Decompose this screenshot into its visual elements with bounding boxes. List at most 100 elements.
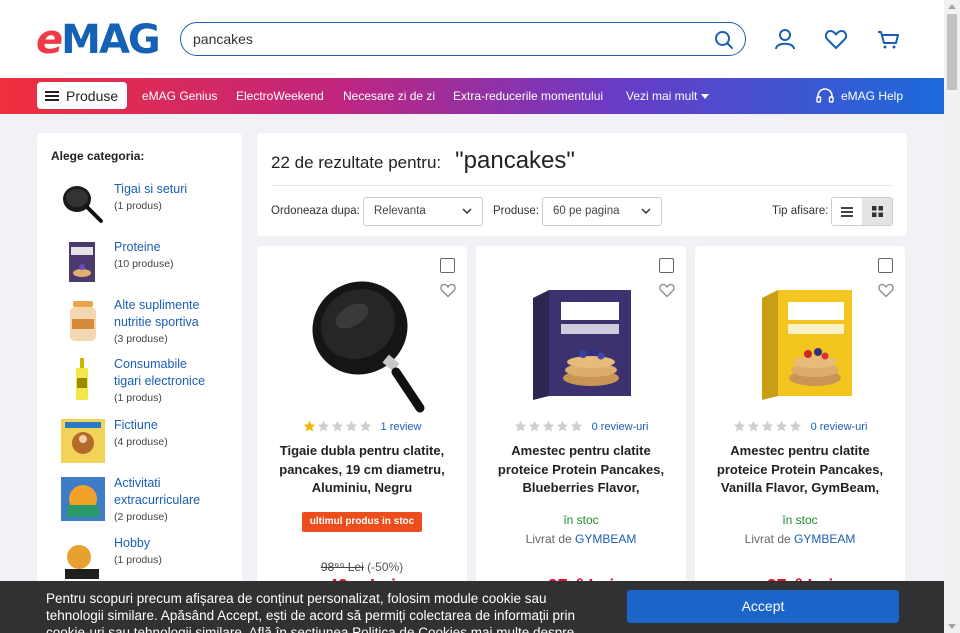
category-name-line2: tigari electronice: [114, 374, 206, 388]
nav-link-genius[interactable]: eMAG Genius: [142, 89, 217, 103]
heart-icon[interactable]: [823, 26, 849, 52]
product-image-pan[interactable]: [292, 268, 432, 418]
category-count: (2 produse): [114, 511, 168, 523]
caret-down-icon: [700, 94, 709, 100]
review-count-link[interactable]: 1 review: [381, 421, 422, 433]
star-empty-icon: [331, 420, 343, 432]
product-title-line: Aluminiu, Negru: [311, 480, 413, 495]
category-name-line1: Consumabile: [114, 357, 187, 371]
product-rating: 1 review: [257, 420, 467, 433]
stock-status: în stoc: [563, 513, 599, 527]
star-empty-icon: [528, 420, 540, 432]
product-title-line: Blueberries Flavor,: [522, 480, 640, 495]
product-title-line: Vanilla Flavor, GymBeam,: [720, 480, 880, 495]
category-name: Fictiune: [114, 418, 158, 432]
seller-link[interactable]: GYMBEAM: [794, 532, 855, 546]
compare-checkbox[interactable]: [878, 258, 893, 273]
product-title-line: Tigaie dubla pentru clatite,: [279, 443, 445, 458]
seller-link[interactable]: GYMBEAM: [575, 532, 636, 546]
favorite-heart-icon[interactable]: [658, 281, 676, 299]
grid-view-button[interactable]: [862, 198, 892, 225]
category-item-hobby[interactable]: Hobby (1 produs): [59, 535, 239, 583]
vezi-mai-mult-label: Vezi mai mult: [626, 89, 698, 103]
review-count-link[interactable]: 0 review-uri: [592, 421, 649, 433]
cookie-text-line: Pentru scopuri precum afișarea de conțin…: [46, 591, 547, 606]
star-empty-icon: [775, 420, 787, 432]
favorite-heart-icon[interactable]: [877, 281, 895, 299]
category-count: (1 produs): [114, 392, 162, 404]
logo-e: e: [36, 17, 63, 63]
product-title-line: pancakes, 19 cm diametru,: [279, 461, 445, 477]
cookie-text: Pentru scopuri precum afișarea de conțin…: [46, 590, 606, 633]
scrollbar-thumb[interactable]: [947, 14, 957, 90]
star-empty-icon: [345, 420, 357, 432]
category-count: (1 produs): [114, 200, 162, 212]
product-card[interactable]: 0 review-uri Amestec pentru clatite prot…: [695, 246, 905, 633]
category-item-suplimente[interactable]: Alte suplimente nutritie sportiva (3 produ…: [59, 297, 239, 347]
category-item-tigai[interactable]: Tigai si seturi (1 produs): [59, 181, 239, 229]
category-sidebar: Alege categoria: Tigai si seturi (1 produ…: [37, 133, 242, 633]
rating-stars: [303, 420, 373, 433]
product-title[interactable]: Tigaie dubla pentru clatite, pancakes, 1…: [271, 442, 453, 498]
user-icon[interactable]: [772, 26, 798, 52]
category-name: Hobby: [114, 536, 151, 550]
search-input[interactable]: [193, 29, 693, 49]
product-rating: 0 review-uri: [695, 420, 905, 433]
category-name-line1: Alte suplimente: [114, 298, 200, 312]
main-nav: Produse eMAG Genius ElectroWeekend Neces…: [0, 78, 944, 114]
accept-cookies-button[interactable]: Accept: [627, 590, 899, 623]
product-title[interactable]: Amestec pentru clatite proteice Protein …: [490, 442, 672, 498]
category-item-consumabile[interactable]: Consumabile tigari electronice (1 produs): [59, 356, 239, 406]
nav-link-extra-reduceri[interactable]: Extra-reducerile momentului: [453, 89, 603, 103]
discount-percent: (-50%): [367, 560, 404, 574]
sort-select[interactable]: Relevanta: [363, 197, 483, 226]
nav-link-necesare[interactable]: Necesare zi de zi: [343, 89, 435, 103]
per-page-select[interactable]: 60 pe pagina: [542, 197, 662, 226]
category-name-line1: Activitati: [114, 476, 161, 490]
category-thumb-book: [61, 419, 105, 463]
star-empty-icon: [542, 420, 554, 432]
category-item-fictiune[interactable]: Fictiune (4 produse): [59, 417, 239, 465]
results-count: 22 de rezultate pentru:: [271, 153, 442, 172]
list-view-button[interactable]: [832, 198, 862, 225]
product-title[interactable]: Amestec pentru clatite proteice Protein …: [709, 442, 891, 498]
divider: [271, 185, 893, 186]
category-count: (3 produse): [114, 333, 168, 345]
star-empty-icon: [761, 420, 773, 432]
help-label: eMAG Help: [841, 89, 904, 103]
search-bar: [180, 22, 746, 56]
header: eMAG: [0, 0, 944, 78]
emag-logo[interactable]: eMAG: [36, 17, 161, 63]
category-thumb-eliquid: [76, 358, 88, 400]
hamburger-icon: [45, 90, 59, 101]
produse-menu-button[interactable]: Produse: [37, 82, 127, 109]
product-title-line: Amestec pentru clatite: [730, 443, 870, 458]
product-image-protein-pancakes-blueberry[interactable]: [511, 268, 651, 418]
compare-checkbox[interactable]: [440, 258, 455, 273]
product-image-protein-pancakes-vanilla[interactable]: [730, 268, 870, 418]
results-title: 22 de rezultate pentru: "pancakes": [271, 147, 575, 175]
results-query: "pancakes": [455, 147, 575, 174]
nav-link-vezi-mai-mult[interactable]: Vezi mai mult: [626, 89, 709, 103]
category-item-proteine[interactable]: Proteine (10 produse): [59, 239, 239, 287]
product-card[interactable]: 1 review Tigaie dubla pentru clatite, pa…: [257, 246, 467, 633]
product-card[interactable]: 0 review-uri Amestec pentru clatite prot…: [476, 246, 686, 633]
cart-icon[interactable]: [875, 26, 901, 52]
cookie-text-line: tehnologii similare. Apăsând Accept, eșt…: [46, 608, 576, 623]
scroll-down-arrow-icon[interactable]: [948, 624, 956, 629]
emag-help-link[interactable]: eMAG Help: [816, 88, 903, 104]
favorite-heart-icon[interactable]: [439, 281, 457, 299]
star-empty-icon: [556, 420, 568, 432]
product-title-line: proteice Protein Pancakes,: [716, 461, 884, 477]
nav-link-electroweekend[interactable]: ElectroWeekend: [236, 89, 324, 103]
sort-label: Ordoneaza dupa:: [271, 205, 360, 217]
review-count-link[interactable]: 0 review-uri: [811, 421, 868, 433]
search-icon[interactable]: [713, 29, 735, 51]
category-item-activitati[interactable]: Activitati extracurriculare (2 produse): [59, 475, 239, 525]
scrollbar[interactable]: [944, 0, 960, 633]
compare-checkbox[interactable]: [659, 258, 674, 273]
star-filled-icon: [303, 420, 315, 432]
scroll-up-arrow-icon[interactable]: [948, 4, 956, 9]
delivery-prefix: Livrat de: [744, 532, 791, 546]
category-name-line2: extracurriculare: [114, 493, 201, 507]
